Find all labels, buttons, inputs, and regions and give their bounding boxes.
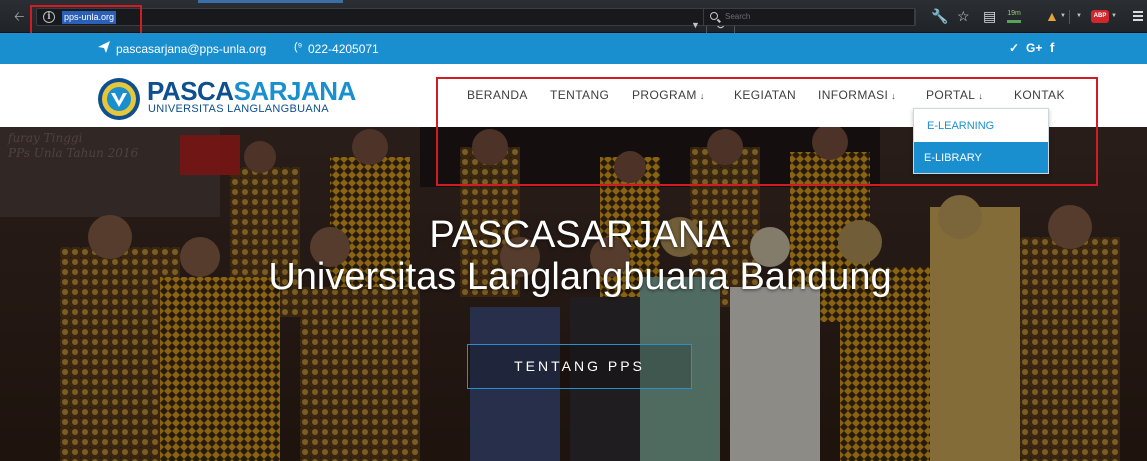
nav-label: TENTANG (550, 88, 610, 102)
nav-item-kontak[interactable]: KONTAK (1014, 88, 1065, 102)
browser-toolbar: 🡠 i pps-unla.org ▼ ↻ Search 🔧 ☆ ▤ 19m ▲ … (0, 0, 1147, 33)
hero-banner: furay Tinggi PPs Unla Tahun 2016 PASCASA… (0, 127, 1147, 461)
facebook-icon[interactable]: f (1050, 40, 1054, 55)
hero-subtitle: Universitas Langlangbuana Bandung (268, 256, 892, 298)
contact-bar: pascasarjana@pps-unla.org (⁹ 022-4205071… (0, 33, 1147, 64)
chevron-down-icon: ↓ (891, 91, 897, 101)
logo-title-part1: PASCA (147, 76, 234, 106)
nav-label: PORTAL (926, 88, 976, 102)
nav-item-program[interactable]: PROGRAM ↓ (632, 88, 705, 102)
wrench-icon[interactable]: 🔧 (931, 8, 948, 24)
logo-subtitle: UNIVERSITAS LANGLANGBUANA (148, 103, 329, 115)
paper-plane-icon (98, 41, 110, 53)
nav-label: BERANDA (467, 88, 528, 102)
contact-phone: 022-4205071 (308, 42, 379, 56)
logo-title-part2: SARJANA (233, 76, 357, 106)
search-bar[interactable]: Search (703, 8, 915, 26)
nav-item-beranda[interactable]: BERANDA (467, 88, 528, 102)
google-plus-icon[interactable]: G+ (1026, 41, 1042, 55)
bookmark-star-icon[interactable]: ☆ (957, 8, 970, 24)
twitter-icon[interactable]: ✓ (1009, 41, 1019, 55)
adblock-icon[interactable]: ABP (1091, 10, 1109, 23)
back-arrow-icon[interactable]: 🡠 (14, 10, 28, 24)
search-icon (710, 12, 718, 20)
nav-label: PROGRAM (632, 88, 697, 102)
url-dropdown-icon[interactable]: ▼ (691, 20, 700, 30)
chevron-down-icon: ↓ (699, 91, 705, 101)
nav-item-kegiatan[interactable]: KEGIATAN (734, 88, 796, 102)
chevron-down-icon[interactable]: ▼ (1111, 13, 1117, 19)
search-placeholder: Search (725, 12, 751, 21)
nav-item-tentang[interactable]: TENTANG (550, 88, 609, 102)
divider (1069, 10, 1070, 24)
hamburger-menu-icon[interactable] (1133, 11, 1143, 23)
menu-item-elearning[interactable]: E-LEARNING (914, 109, 1048, 142)
info-icon[interactable]: i (43, 11, 55, 23)
nav-label: INFORMASI (818, 88, 889, 102)
hero-title: PASCASARJANA (429, 214, 731, 256)
logo-title[interactable]: PASCASARJANA (147, 78, 356, 104)
phone-icon: (⁹ (294, 41, 303, 53)
menu-item-elibrary[interactable]: E-LIBRARY (914, 142, 1048, 173)
timer-badge-icon[interactable]: 19m (1007, 10, 1021, 23)
contact-email[interactable]: pascasarjana@pps-unla.org (116, 42, 266, 56)
chevron-down-icon: ↓ (978, 91, 984, 101)
university-emblem-icon[interactable] (97, 77, 141, 121)
extension-icon[interactable]: ▲ (1045, 8, 1059, 24)
nav-item-portal[interactable]: PORTAL ↓ (926, 88, 983, 102)
url-text[interactable]: pps-unla.org (62, 11, 117, 24)
chevron-down-icon[interactable]: ▼ (1060, 13, 1066, 19)
portal-dropdown-menu: E-LEARNING E-LIBRARY (913, 108, 1049, 174)
nav-item-informasi[interactable]: INFORMASI ↓ (818, 88, 896, 102)
nav-label: KONTAK (1014, 88, 1065, 102)
chevron-down-icon[interactable]: ▼ (1076, 13, 1082, 19)
active-tab-indicator (198, 0, 343, 3)
nav-label: KEGIATAN (734, 88, 797, 102)
tentang-pps-button[interactable]: TENTANG PPS (467, 344, 692, 389)
clipboard-icon[interactable]: ▤ (983, 8, 996, 24)
